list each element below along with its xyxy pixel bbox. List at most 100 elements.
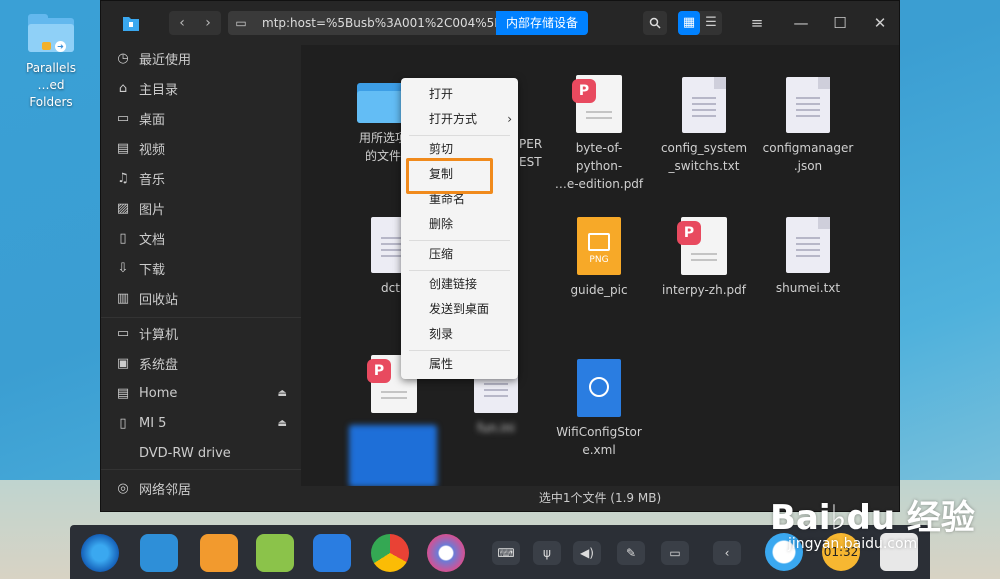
file-item-wificonfigstore[interactable]: WifiConfigStor e.xml [549,359,649,459]
volume-tray-button[interactable]: ◀) [573,541,601,565]
icon-view-button[interactable]: ▦ [678,11,700,35]
battery-tray-button[interactable]: ▭ [661,541,689,565]
file-item-ini[interactable]: fun.ini [446,375,546,437]
link-arrow-icon: ➜ [55,41,66,52]
text-file-icon [786,77,830,133]
file-manager-logo-icon [123,17,139,31]
network-icon: ◎ [117,480,129,496]
maximize-button[interactable]: ☐ [830,13,850,33]
sidebar-item-home-drive[interactable]: ▤ Home ⏏ [101,380,301,406]
desktop-icon-label: Parallels …ed Folders [26,61,76,109]
battery-icon: ▭ [669,546,681,560]
eject-icon[interactable]: ⏏ [278,418,287,429]
sidebar-item-documents[interactable]: ▯ 文档 [101,225,301,251]
keyboard-tray-button[interactable]: ⌨ [492,541,520,565]
sidebar-item-dvd[interactable]: DVD-RW drive [101,440,301,466]
tray-expand-button[interactable]: ‹ [713,541,741,565]
menu-item-burn[interactable]: 刻录 [401,322,518,347]
search-button[interactable] [643,11,667,35]
selected-file-name-blurred [349,425,437,487]
file-item-config-system[interactable]: config_system _switchs.txt [654,77,754,175]
sidebar-item-system-disk[interactable]: ▣ 系统盘 [101,350,301,376]
sidebar-item-videos[interactable]: ▤ 视频 [101,135,301,161]
menu-item-open-with[interactable]: 打开方式 › [401,107,518,132]
usb-tray-button[interactable]: ψ [533,541,561,565]
text-file-icon [682,77,726,133]
titlebar: ‹ › ▭ mtp:host=%5Busb%3A001%2C004%5D 内部存… [101,1,899,45]
computer-icon: ▭ [116,325,130,341]
minimize-icon: — [793,14,809,32]
settings-gear-icon[interactable] [427,534,465,572]
trash-icon: ▥ [116,290,130,306]
file-item-guide-pic[interactable]: PNG guide_pic [549,217,649,299]
sidebar-item-home[interactable]: ⌂ 主目录 [101,75,301,101]
annotation-highlight-box [406,158,493,194]
maximize-icon: ☐ [833,14,847,32]
sidebar-item-trash[interactable]: ▥ 回收站 [101,285,301,311]
sidebar-divider [101,469,301,470]
document-icon: ▯ [119,230,127,246]
eject-icon[interactable]: ⏏ [278,388,287,399]
menu-item-create-link[interactable]: 创建链接 [401,272,518,297]
xml-file-icon [577,359,621,417]
sidebar-item-downloads[interactable]: ⇩ 下载 [101,255,301,281]
view-mode-toggle: ▦ ☰ [678,11,722,35]
app-store-icon[interactable] [200,534,238,572]
sidebar-divider [101,317,301,318]
music-icon: ♫ [117,170,129,186]
close-button[interactable]: ✕ [870,13,890,33]
launcher-icon[interactable] [81,534,119,572]
sidebar-item-recent[interactable]: ◷ 最近使用 [101,45,301,71]
desktop-icon-parallels-shared-folders[interactable]: ➜ Parallels …ed Folders [14,10,88,111]
sidebar-item-music[interactable]: ♫ 音乐 [101,165,301,191]
home-icon: ⌂ [118,80,128,96]
address-path[interactable]: mtp:host=%5Busb%3A001%2C004%5D [254,16,496,30]
breadcrumb-internal-storage[interactable]: 内部存储设备 [495,11,588,35]
download-icon: ⇩ [117,260,129,276]
drive-icon: ▭ [235,16,247,30]
file-item-interpy-zh[interactable]: P interpy-zh.pdf [654,217,754,299]
menu-divider [409,135,510,136]
menu-button[interactable]: ≡ [747,13,767,33]
folder-icon: ➜ [28,14,74,54]
menu-item-send-to-desktop[interactable]: 发送到桌面 [401,297,518,322]
pdf-file-icon: P [677,217,727,275]
sidebar-item-network[interactable]: ◎ 网络邻居 [101,475,301,501]
menu-divider [409,270,510,271]
keyboard-icon: ⌨ [497,546,515,560]
list-view-button[interactable]: ☰ [700,11,722,35]
menu-item-delete[interactable]: 删除 [401,212,518,237]
chrome-browser-icon[interactable] [371,534,409,572]
menu-item-open[interactable]: 打开 [401,82,518,107]
file-item-byte-of-python[interactable]: P byte-of- python- …e-edition.pdf [549,75,649,193]
minimize-button[interactable]: — [791,13,811,33]
sidebar-item-mi5[interactable]: ▯ MI 5 ⏏ [101,410,301,436]
baidu-watermark: Bai♭du 经验 jingyan.baidu.com [770,498,975,552]
forward-button[interactable]: › [195,11,221,35]
menu-item-properties[interactable]: 属性 [401,352,518,377]
grid-icon: ▦ [682,15,696,30]
sidebar-item-desktop[interactable]: ▭ 桌面 [101,105,301,131]
video-icon: ▤ [116,140,130,156]
file-item-configmanager[interactable]: configmanager .json [758,77,858,175]
video-player-icon[interactable] [313,534,351,572]
context-menu: 打开 打开方式 › 剪切 复制 重命名 删除 压缩 创建链接 发送到桌面 刻录 … [401,78,518,379]
pdf-file-icon: P [572,75,622,133]
file-item-shumei[interactable]: shumei.txt [758,217,858,297]
address-bar[interactable]: ▭ mtp:host=%5Busb%3A001%2C004%5D 内部存储设备 [228,11,588,35]
pen-icon: ✎ [625,546,637,560]
music-player-icon[interactable] [256,534,294,572]
sidebar-item-computer[interactable]: ▭ 计算机 [101,320,301,346]
phone-icon: ▯ [119,415,127,431]
sidebar-item-pictures[interactable]: ▨ 图片 [101,195,301,221]
image-file-icon: PNG [577,217,621,275]
disk-icon: ▣ [116,355,130,371]
volume-icon: ◀) [580,546,594,560]
menu-item-compress[interactable]: 压缩 [401,242,518,267]
menu-divider [409,350,510,351]
clock-icon: ◷ [117,50,129,66]
text-file-icon [786,217,830,273]
back-button[interactable]: ‹ [169,11,195,35]
file-manager-dock-icon[interactable] [140,534,178,572]
pen-tray-button[interactable]: ✎ [617,541,645,565]
